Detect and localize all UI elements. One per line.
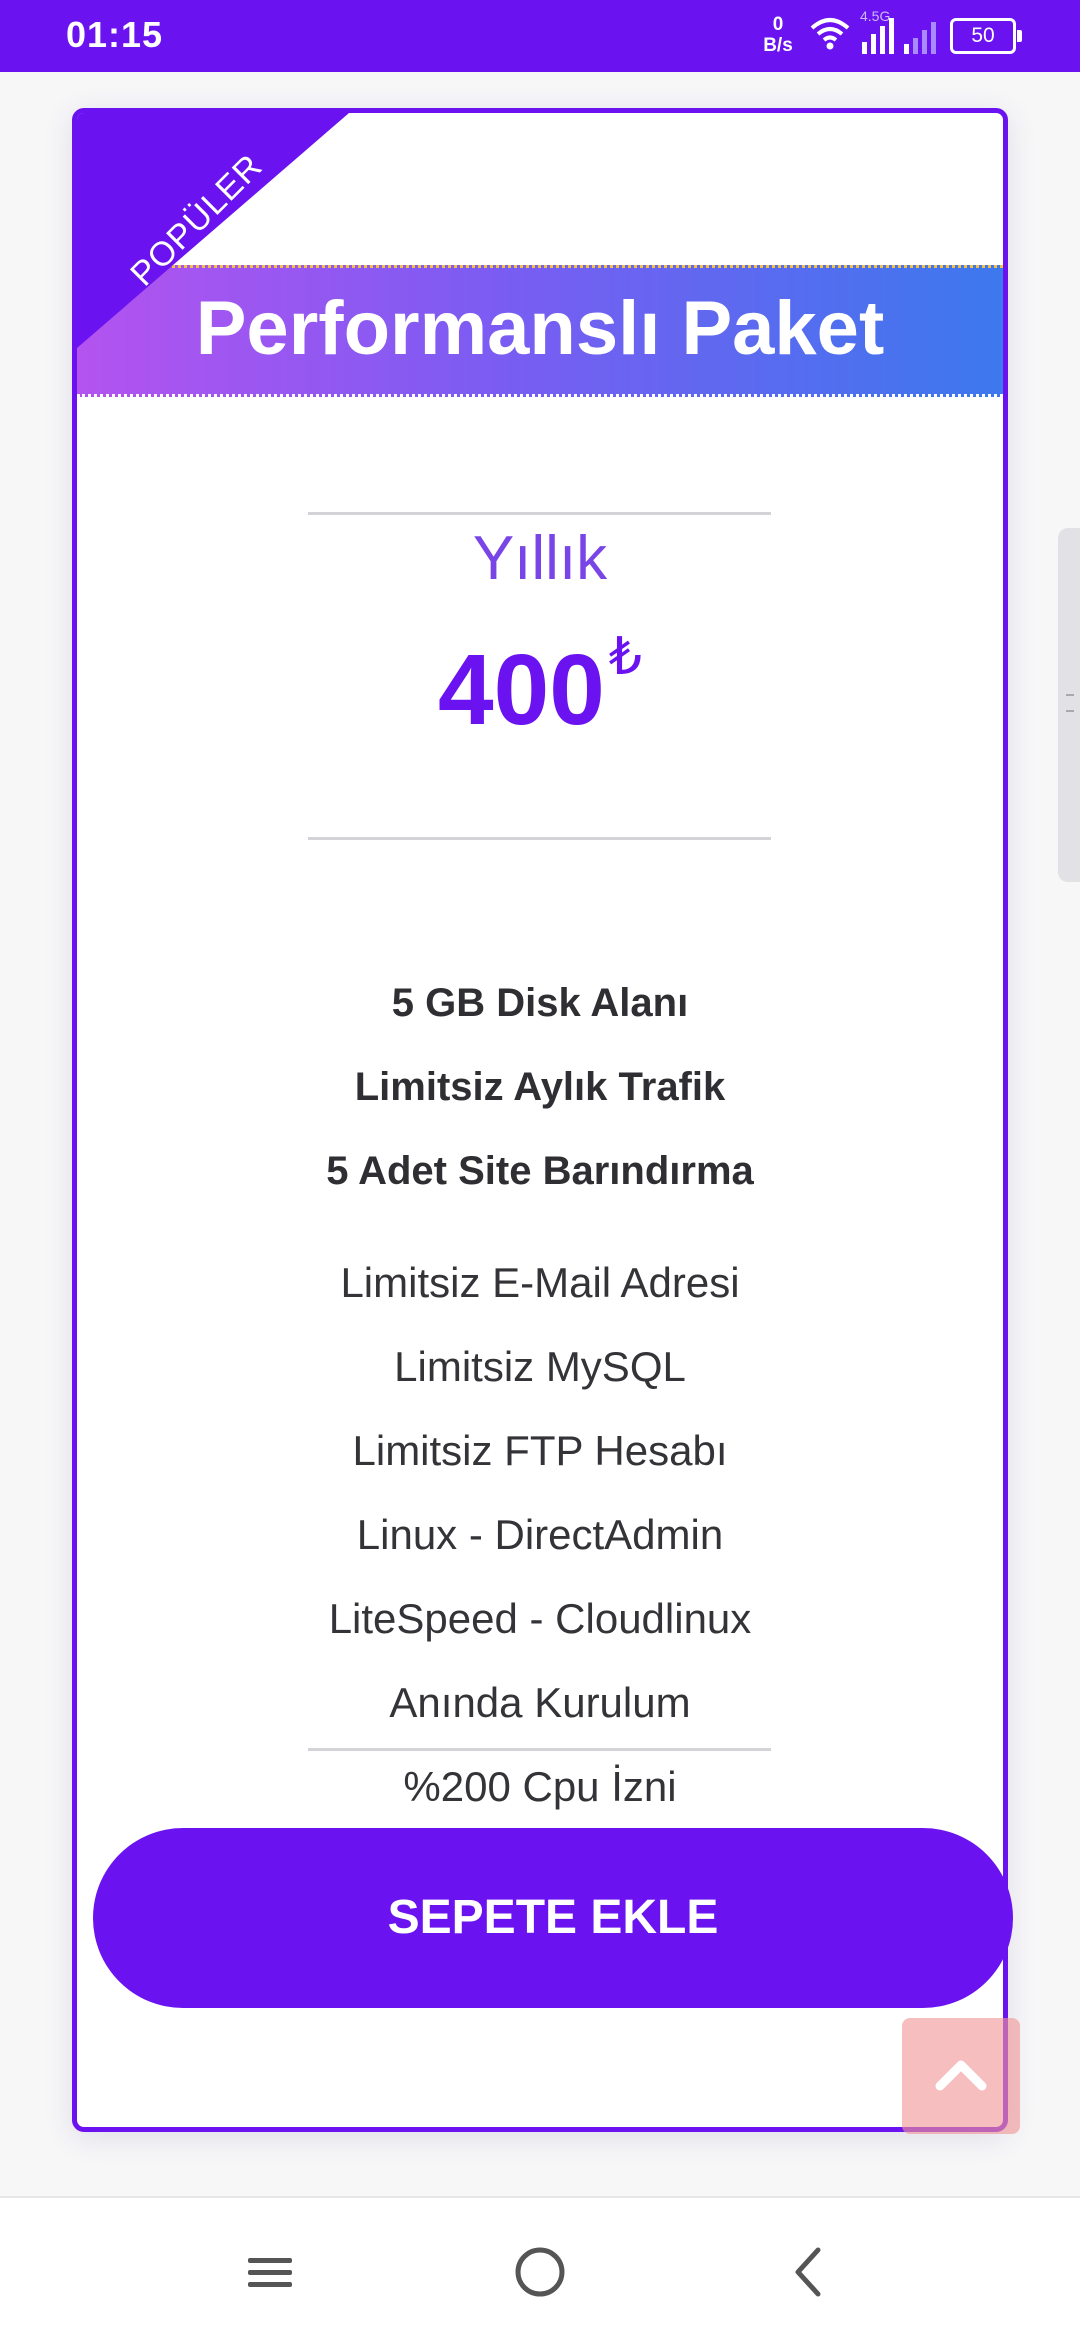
- menu-icon[interactable]: [240, 2242, 300, 2302]
- feature-item: LiteSpeed - Cloudlinux: [328, 1595, 752, 1642]
- battery-icon: 50: [950, 18, 1022, 54]
- home-icon[interactable]: [510, 2242, 570, 2302]
- feature-item: Anında Kurulum: [389, 1679, 691, 1726]
- feature-item: %200 Cpu İzni: [403, 1763, 677, 1810]
- scroll-to-top-button[interactable]: [902, 2018, 1020, 2134]
- signal-strength-icon: [862, 18, 894, 54]
- signal-strength-icon: [904, 22, 936, 54]
- price-amount: 400: [438, 634, 605, 746]
- divider: [308, 512, 771, 515]
- status-time: 01:15: [66, 14, 164, 55]
- currency-symbol: ₺: [608, 628, 642, 686]
- feature-item: Limitsiz E-Mail Adresi: [340, 1259, 740, 1306]
- billing-period: Yıllık: [472, 524, 608, 593]
- feature-highlight: 5 Adet Site Barındırma: [326, 1149, 754, 1193]
- scrollbar-handle[interactable]: [1058, 528, 1080, 882]
- page: Performanslı Paket POPÜLER Yıllık 400₺ 5…: [0, 72, 1080, 2196]
- price: 400₺: [77, 628, 1003, 748]
- feature-item: Linux - DirectAdmin: [356, 1511, 724, 1558]
- feature-highlight: Limitsiz Aylık Trafik: [354, 1065, 726, 1109]
- wifi-icon: [810, 18, 850, 50]
- back-icon[interactable]: [780, 2242, 840, 2302]
- feature-highlight: 5 GB Disk Alanı: [391, 981, 689, 1025]
- feature-item: Limitsiz FTP Hesabı: [352, 1427, 728, 1474]
- feature-list: 5 GB Disk Alanı Limitsiz Aylık Trafik 5 …: [77, 961, 1003, 1829]
- add-to-cart-button[interactable]: SEPETE EKLE: [93, 1828, 1013, 2008]
- status-bar: 01:15 0 B/s 4.5G 50: [0, 0, 1080, 72]
- feature-item: Limitsiz MySQL: [394, 1343, 686, 1390]
- network-speed: 0 B/s: [763, 14, 793, 56]
- divider: [308, 1748, 771, 1751]
- divider: [308, 837, 771, 840]
- navigation-bar: [0, 2196, 1080, 2340]
- chevron-up-icon: [935, 2060, 987, 2091]
